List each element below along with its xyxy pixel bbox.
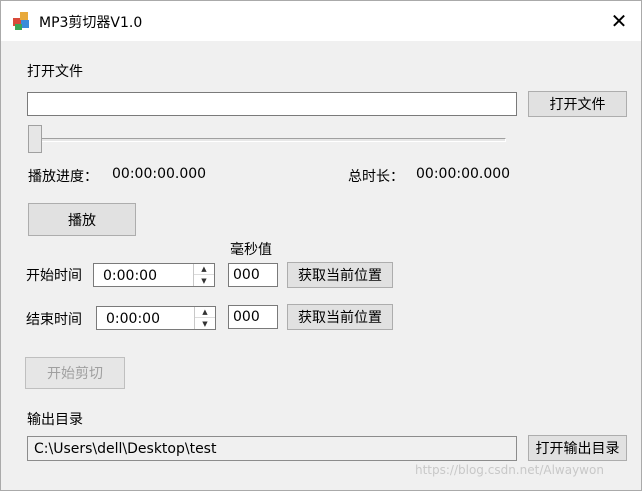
title-bar: MP3剪切器V1.0 ✕ [1,1,641,41]
start-ms-input[interactable]: 000 [228,263,278,287]
window-title: MP3剪切器V1.0 [39,15,143,31]
open-file-button[interactable]: 打开文件 [528,91,627,117]
spin-down-icon[interactable]: ▼ [194,275,214,286]
app-window: MP3剪切器V1.0 ✕ 打开文件 打开文件 播放进度： 00:00:00.00… [0,0,642,491]
ms-header: 毫秒值 [230,242,272,258]
open-file-label: 打开文件 [27,64,83,80]
played-label: 播放进度： [28,169,98,185]
start-get-position-button[interactable]: 获取当前位置 [287,262,393,288]
app-icon [12,11,34,31]
file-path-input[interactable] [27,92,517,116]
spin-up-icon[interactable]: ▲ [195,307,215,318]
output-dir-label: 输出目录 [27,412,83,428]
end-time-label: 结束时间 [26,312,82,328]
total-time-value: 00:00:00.000 [416,166,511,182]
watermark-text: https://blog.csdn.net/Alwaywon [415,463,604,477]
open-output-dir-button[interactable]: 打开输出目录 [528,435,627,461]
output-dir-path[interactable]: C:\Users\dell\Desktop\test [27,436,517,461]
end-time-value: 0:00:00 [106,311,160,327]
start-time-label: 开始时间 [26,268,82,284]
play-button[interactable]: 播放 [28,203,136,236]
spin-down-icon[interactable]: ▼ [195,318,215,329]
total-label: 总时长： [348,169,404,185]
progress-slider-track[interactable] [28,138,506,142]
end-time-spinner[interactable]: ▲ ▼ [194,307,215,329]
spin-up-icon[interactable]: ▲ [194,264,214,275]
start-time-picker[interactable]: 0:00:00 ▲ ▼ [93,263,215,287]
end-get-position-button[interactable]: 获取当前位置 [287,304,393,330]
progress-slider-thumb[interactable] [28,125,42,153]
close-button[interactable]: ✕ [596,1,642,41]
close-icon: ✕ [610,9,628,33]
start-time-value: 0:00:00 [103,268,157,284]
start-cut-button[interactable]: 开始剪切 [25,357,125,389]
end-time-picker[interactable]: 0:00:00 ▲ ▼ [96,306,216,330]
played-time-value: 00:00:00.000 [112,166,207,182]
end-ms-input[interactable]: 000 [228,305,278,329]
start-time-spinner[interactable]: ▲ ▼ [193,264,214,286]
